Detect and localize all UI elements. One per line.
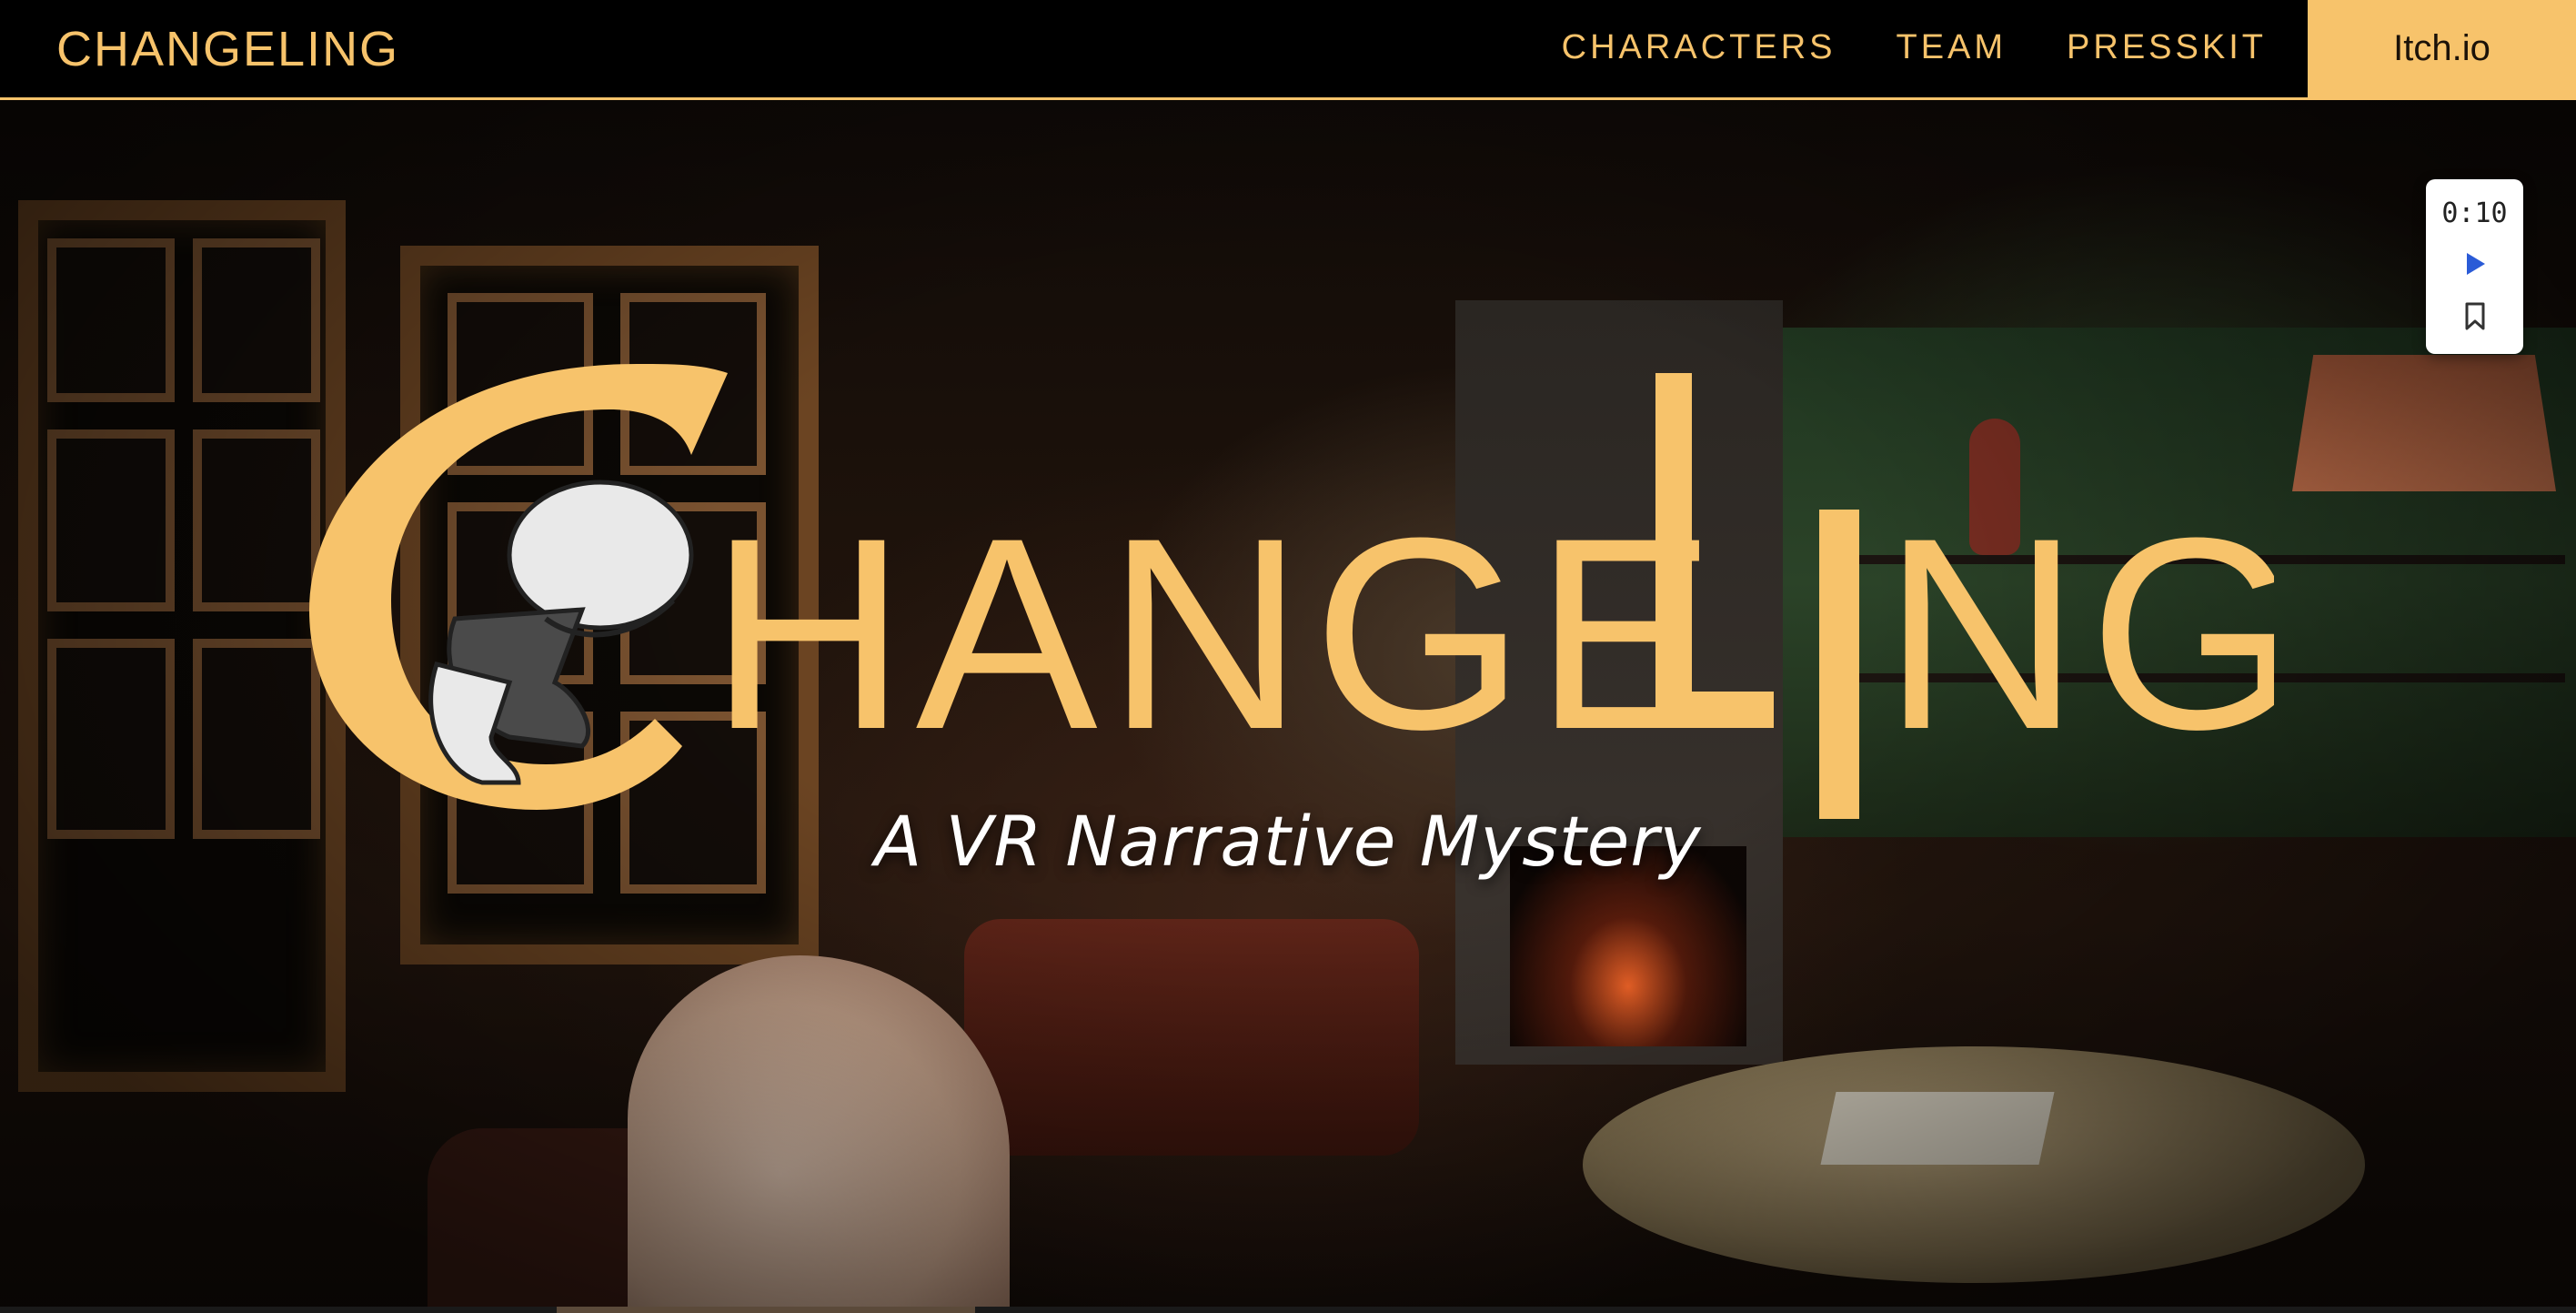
video-widget: 0:10 [2426,179,2523,354]
nav-logo[interactable]: CHANGELING [56,4,399,95]
top-nav: CHANGELING CHARACTERS TEAM PRESSKIT Itch… [0,0,2576,100]
play-icon[interactable] [2457,246,2493,282]
nav-link-characters[interactable]: CHARACTERS [1562,28,1836,67]
changeling-logo: HANGE NG [309,364,2301,819]
hero-logo: HANGE NG [309,337,2301,846]
logo-i-stroke [1819,510,1859,819]
nav-links: CHARACTERS TEAM PRESSKIT [1562,0,2267,96]
logo-letters: HANGE [709,480,1726,786]
logo-letters-ng: NG [1883,480,2274,786]
nav-link-presskit[interactable]: PRESSKIT [2067,28,2267,67]
hero-tagline: A VR Narrative Mystery [874,801,1702,882]
video-timestamp: 0:10 [2441,197,2508,229]
bottom-strip-fill [557,1307,975,1313]
bookmark-icon[interactable] [2457,298,2493,335]
nav-link-team[interactable]: TEAM [1896,28,2007,67]
bottom-strip [0,1307,2576,1313]
nav-logo-text: CHANGELING [56,22,400,76]
page: CHANGELING CHARACTERS TEAM PRESSKIT Itch… [0,0,2576,1313]
itchio-button[interactable]: Itch.io [2308,0,2576,97]
logo-tall-l [1655,373,1692,728]
